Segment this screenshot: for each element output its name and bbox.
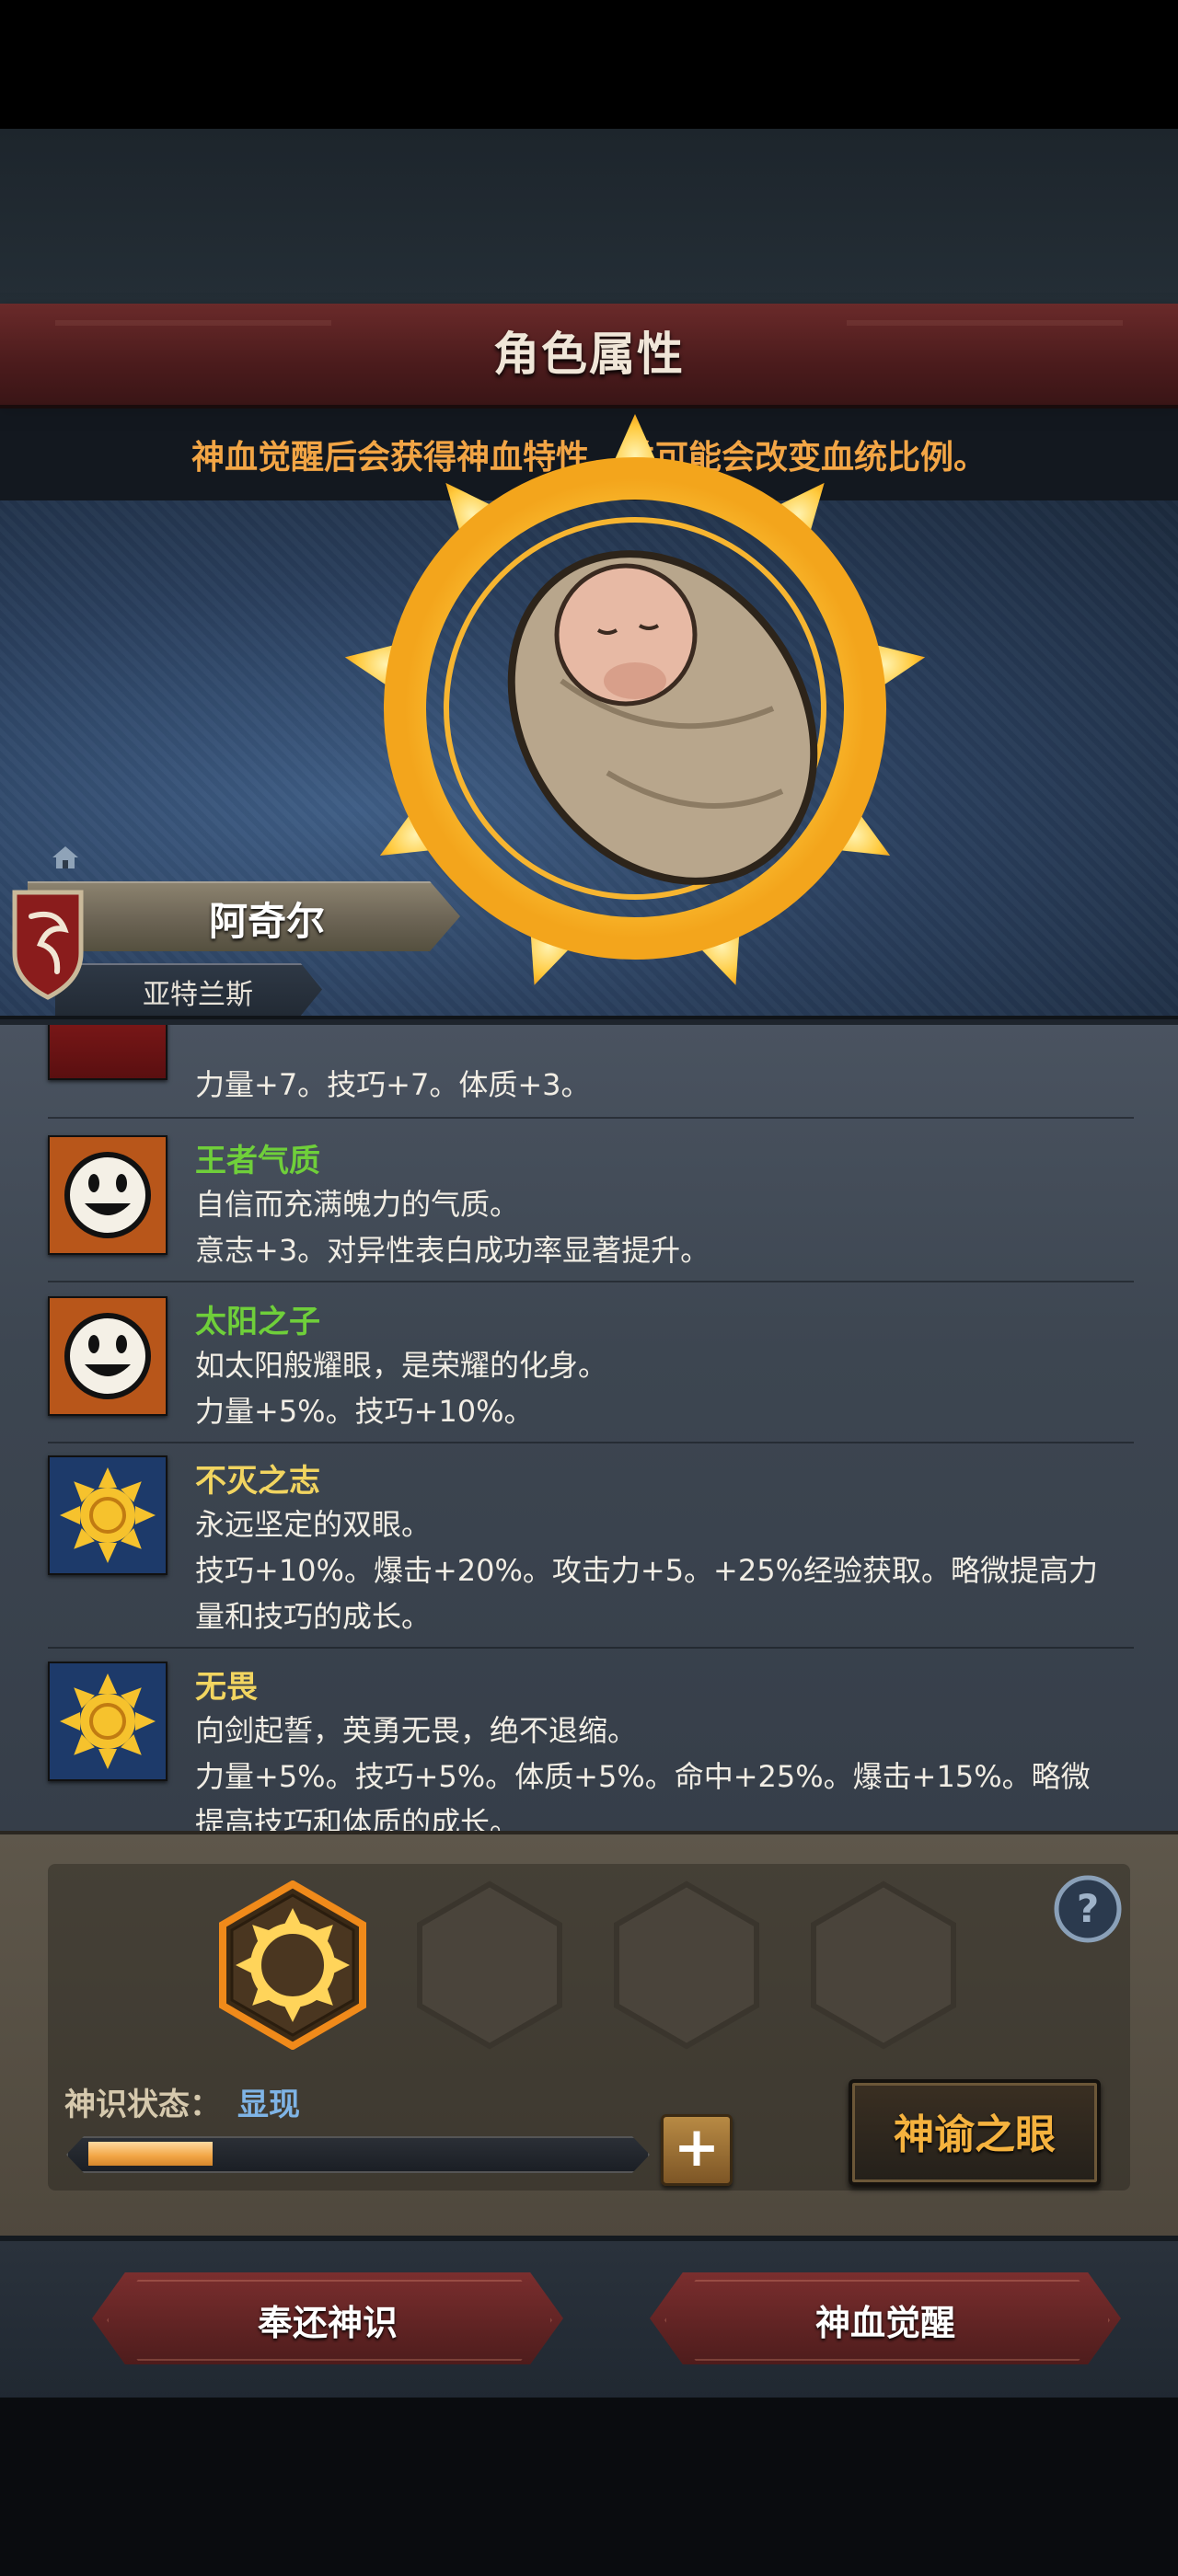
trait-name: 不灭之志 <box>195 1463 320 1500</box>
trait-name: 王者气质 <box>195 1143 320 1179</box>
trait-list[interactable]: 力量+7。技巧+7。体质+3。 王者气质 自信而充满魄力的气质。 意志+3。对异… <box>0 1019 1178 1836</box>
smiley-face-icon <box>48 1135 167 1255</box>
help-icon: ? <box>1077 1886 1099 1931</box>
smiley-face-icon <box>48 1296 167 1416</box>
empty-slot[interactable] <box>808 1880 959 2050</box>
trait-name: 无畏 <box>195 1669 258 1706</box>
sense-status-label: 神识状态： <box>64 2087 221 2123</box>
divider <box>48 1117 1134 1119</box>
empty-slot[interactable] <box>414 1880 565 2050</box>
trait-effect: 意志+3。对异性表白成功率显著提升。 <box>195 1233 710 1268</box>
character-name: 阿奇尔 <box>208 899 325 944</box>
trait-effect: 力量+5%。技巧+10%。 <box>195 1394 534 1429</box>
blood-awaken-label[interactable]: 神血觉醒 <box>650 2294 1121 2345</box>
page-title: 角色属性 <box>493 328 685 381</box>
sense-progress-fill <box>88 2142 213 2166</box>
trait-name: 太阳之子 <box>195 1304 320 1340</box>
help-button[interactable]: ? <box>1051 1872 1125 1946</box>
divider <box>48 1442 1134 1443</box>
trait-effect-cont: 量和技巧的成长。 <box>195 1599 432 1634</box>
trait-effect: 技巧+10%。爆击+20%。攻击力+5。+25%经验获取。略微提高力 <box>195 1553 1098 1588</box>
trait-description: 永远坚定的双眼。 <box>195 1507 432 1542</box>
oracle-eye-label[interactable]: 神谕之眼 <box>849 2101 1101 2160</box>
golden-sun-icon <box>48 1455 167 1575</box>
top-backdrop <box>0 129 1178 304</box>
sense-status-value: 显现 <box>237 2087 300 2123</box>
trait-effect: 力量+7。技巧+7。体质+3。 <box>195 1067 591 1102</box>
trait-description: 向剑起誓，英勇无畏，绝不退缩。 <box>195 1713 638 1748</box>
divider <box>48 1647 1134 1649</box>
golden-sun-icon <box>48 1662 167 1781</box>
bottom-letterbox <box>0 2398 1178 2576</box>
return-sense-label[interactable]: 奉还神识 <box>92 2294 563 2345</box>
crimson-emblem-icon <box>48 1025 167 1080</box>
character-origin: 亚特兰斯 <box>143 979 253 1011</box>
add-sense-button[interactable]: + <box>661 2114 733 2186</box>
sun-ring-slot[interactable] <box>217 1880 368 2050</box>
top-letterbox <box>0 0 1178 129</box>
trait-description: 如太阳般耀眼，是荣耀的化身。 <box>195 1348 608 1383</box>
home-icon <box>52 846 78 868</box>
trait-description: 自信而充满魄力的气质。 <box>195 1187 520 1222</box>
divider <box>48 1281 1134 1282</box>
red-shield-crest-icon <box>12 890 84 1000</box>
trait-effect: 力量+5%。技巧+5%。体质+5%。命中+25%。爆击+15%。略微 <box>195 1759 1091 1794</box>
empty-slot[interactable] <box>611 1880 762 2050</box>
